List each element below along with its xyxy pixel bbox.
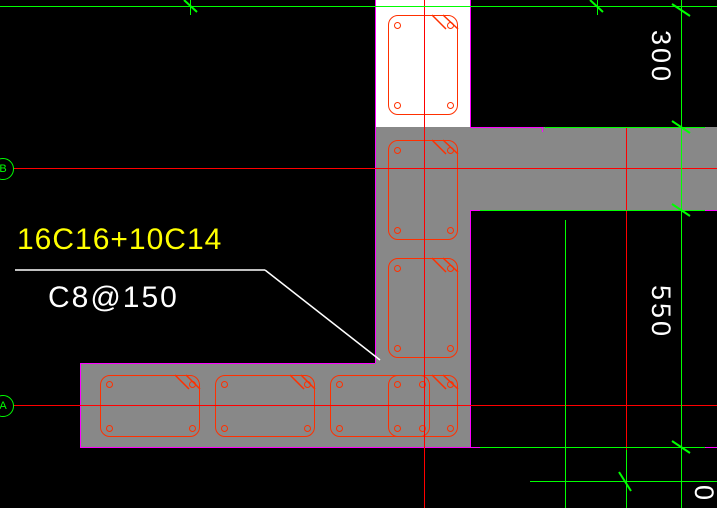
- rebar-stirrup-label: C8@150: [48, 281, 179, 315]
- dim-line-mid: [597, 0, 598, 15]
- dim-ext-4: [626, 450, 627, 508]
- axis-line-a: [0, 405, 717, 406]
- rebar-dot: [189, 425, 196, 432]
- rebar-dot: [447, 265, 454, 272]
- rebar-dot: [447, 227, 454, 234]
- magenta-line-5: [470, 210, 471, 447]
- rebar-dot: [394, 345, 401, 352]
- magenta-line-7b: [542, 127, 543, 132]
- stirrup-v3: [388, 258, 458, 358]
- rebar-dot: [394, 265, 401, 272]
- rebar-dot: [336, 381, 343, 388]
- rebar-dot: [447, 425, 454, 432]
- axis-bubble-a: A: [0, 395, 14, 417]
- magenta-line-2: [80, 363, 375, 364]
- dim-line-top: [0, 6, 717, 7]
- axis-line-b: [0, 168, 717, 169]
- rebar-dot: [106, 381, 113, 388]
- stirrup-v1: [388, 15, 458, 115]
- dim-ext-2: [480, 210, 705, 211]
- stirrup-h1: [100, 375, 200, 437]
- axis-line-v1: [424, 0, 425, 508]
- magenta-line-1: [375, 127, 376, 363]
- rebar-dot: [304, 425, 311, 432]
- dim-ext-3: [480, 447, 705, 448]
- dim-550: 550: [645, 285, 676, 339]
- rebar-dot: [447, 345, 454, 352]
- rebar-dot: [394, 381, 401, 388]
- rebar-dot: [336, 425, 343, 432]
- rebar-dot: [447, 381, 454, 388]
- magenta-line-8: [375, 0, 376, 127]
- dim-line-right-v: [681, 0, 682, 508]
- rebar-dot: [394, 227, 401, 234]
- stirrup-h2: [215, 375, 315, 437]
- dim-line-left: [190, 0, 191, 15]
- rebar-dot: [394, 22, 401, 29]
- dim-ext-1: [545, 127, 705, 128]
- rebar-dot: [447, 147, 454, 154]
- stirrup-h3: [330, 375, 430, 437]
- rebar-main-label: 16C16+10C14: [17, 223, 222, 257]
- dim-bottom: 0: [688, 485, 717, 503]
- stirrup-v2: [388, 140, 458, 240]
- axis-b-label: B: [0, 163, 7, 175]
- rebar-dot: [447, 102, 454, 109]
- axis-a-label: A: [0, 400, 7, 412]
- rebar-dot: [394, 102, 401, 109]
- rebar-dot: [447, 22, 454, 29]
- axis-bubble-b: B: [0, 158, 14, 180]
- rebar-dot: [221, 381, 228, 388]
- rebar-dot: [106, 425, 113, 432]
- rebar-dot: [221, 425, 228, 432]
- dim-300: 300: [645, 30, 676, 84]
- magenta-line-9: [470, 0, 471, 127]
- dim-ext-6: [565, 220, 566, 508]
- dim-ext-5: [530, 481, 717, 482]
- cad-canvas: B A 16C16+10C14 C8@150 300 550 0: [0, 0, 717, 508]
- magenta-line-7: [470, 127, 542, 128]
- rebar-dot: [189, 381, 196, 388]
- rebar-dot: [394, 425, 401, 432]
- rebar-dot: [394, 147, 401, 154]
- rebar-dot: [304, 381, 311, 388]
